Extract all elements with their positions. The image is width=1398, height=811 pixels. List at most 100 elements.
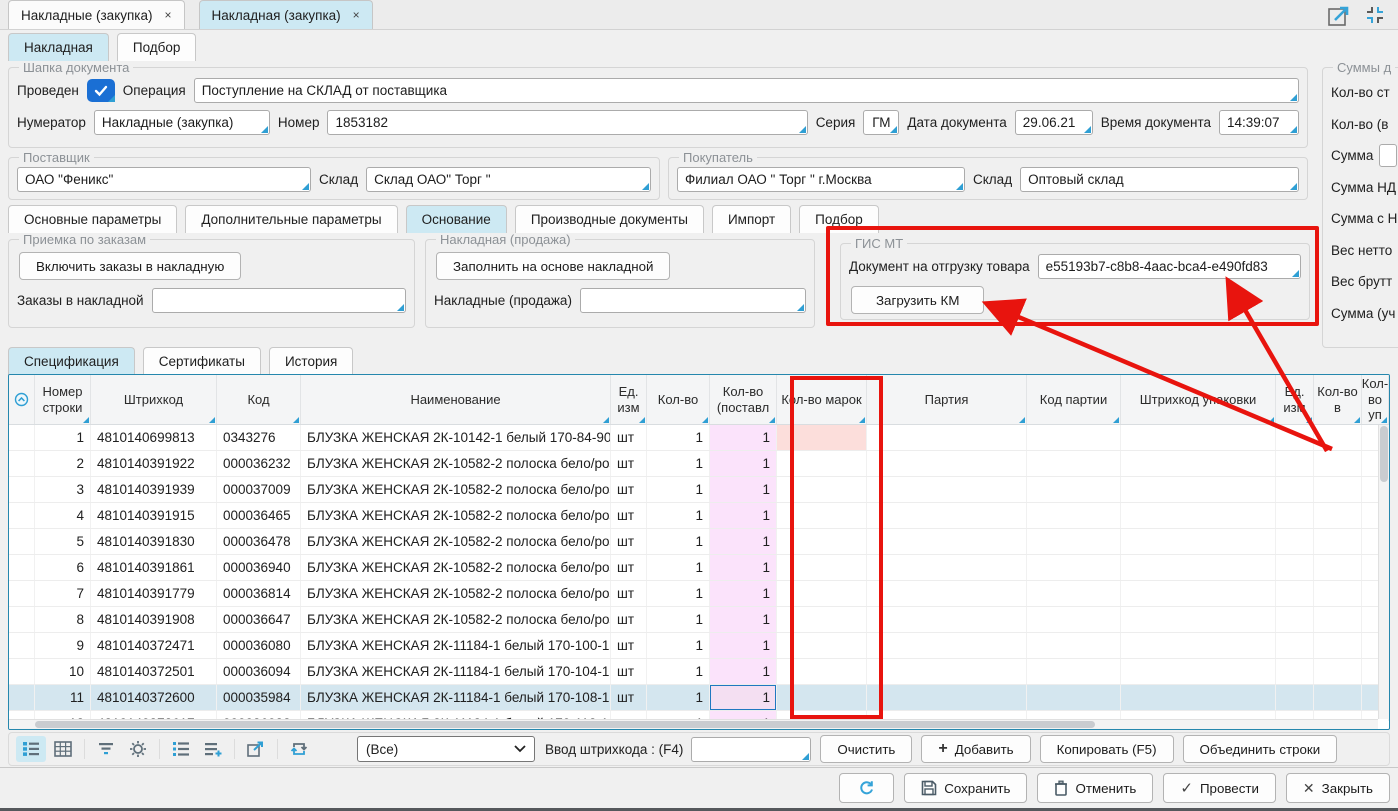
cell-qty[interactable]: 1: [647, 503, 710, 528]
load-km-button[interactable]: Загрузить КМ: [851, 286, 984, 314]
gis-doc-input[interactable]: e55193b7-c8b8-4aac-bca4-e490fd83: [1038, 254, 1301, 279]
cell-delivered[interactable]: 1: [710, 607, 777, 632]
cell-n[interactable]: 9: [35, 633, 91, 658]
filter-icon[interactable]: [91, 736, 121, 762]
cell-unit2[interactable]: [1276, 685, 1314, 710]
close-icon[interactable]: ×: [353, 8, 360, 22]
include-orders-button[interactable]: Включить заказы в накладную: [19, 252, 241, 280]
vertical-scrollbar[interactable]: [1378, 425, 1389, 719]
cell-delivered[interactable]: 1: [710, 477, 777, 502]
tab-main-0[interactable]: Накладная: [8, 33, 109, 61]
scrollbar-thumb[interactable]: [35, 721, 1095, 728]
window-tab-invoice[interactable]: Накладная (закупка) ×: [199, 0, 373, 29]
toolbar-button-0[interactable]: Очистить: [820, 735, 912, 763]
cell-batch_code[interactable]: [1027, 477, 1121, 502]
column-header-batch_code[interactable]: Код партии: [1027, 375, 1121, 424]
tab-spec-1[interactable]: Сертификаты: [143, 347, 261, 375]
cell-marks[interactable]: [777, 685, 867, 710]
cell-name[interactable]: БЛУЗКА ЖЕНСКАЯ 2К-10582-2 полоска бело/р…: [301, 555, 611, 580]
cell-unit2[interactable]: [1276, 529, 1314, 554]
cell-n[interactable]: 4: [35, 503, 91, 528]
cell-gutter[interactable]: [9, 425, 35, 450]
cell-barcode[interactable]: 4810140391922: [91, 451, 217, 476]
cell-marks[interactable]: [777, 425, 867, 450]
cell-batch[interactable]: [867, 659, 1027, 684]
table-row[interactable]: 64810140391861000036940БЛУЗКА ЖЕНСКАЯ 2К…: [9, 555, 1389, 581]
cell-code[interactable]: 000035984: [217, 685, 301, 710]
cell-code[interactable]: 000036465: [217, 503, 301, 528]
cell-gutter[interactable]: [9, 451, 35, 476]
cell-batch[interactable]: [867, 607, 1027, 632]
cell-qty_in[interactable]: [1314, 555, 1362, 580]
cell-name[interactable]: БЛУЗКА ЖЕНСКАЯ 2К-11184-1 белый 170-108-…: [301, 685, 611, 710]
toolbar-button-2[interactable]: Копировать (F5): [1040, 735, 1174, 763]
supplier-input[interactable]: ОАО "Феникс": [17, 167, 311, 192]
cell-barcode[interactable]: 4810140372471: [91, 633, 217, 658]
cell-gutter[interactable]: [9, 659, 35, 684]
table-row[interactable]: 84810140391908000036647БЛУЗКА ЖЕНСКАЯ 2К…: [9, 607, 1389, 633]
cell-batch_code[interactable]: [1027, 529, 1121, 554]
cell-delivered[interactable]: 1: [710, 451, 777, 476]
settings-icon[interactable]: [123, 736, 153, 762]
cell-n[interactable]: 1: [35, 425, 91, 450]
cell-batch[interactable]: [867, 529, 1027, 554]
cell-barcode[interactable]: 4810140699813: [91, 425, 217, 450]
action-button-Закрыть[interactable]: ✕Закрыть: [1286, 773, 1390, 803]
cell-batch_code[interactable]: [1027, 503, 1121, 528]
column-header-unit[interactable]: Ед. изм: [611, 375, 647, 424]
cell-qty_in[interactable]: [1314, 529, 1362, 554]
operation-input[interactable]: Поступление на СКЛАД от поставщика: [194, 78, 1299, 103]
sums-value-input[interactable]: [1379, 144, 1397, 167]
cell-batch_code[interactable]: [1027, 659, 1121, 684]
tab-param-1[interactable]: Дополнительные параметры: [185, 205, 397, 233]
cell-qty_in[interactable]: [1314, 425, 1362, 450]
cell-marks[interactable]: [777, 581, 867, 606]
cell-unit2[interactable]: [1276, 451, 1314, 476]
cell-barcode[interactable]: 4810140391830: [91, 529, 217, 554]
cell-unit2[interactable]: [1276, 477, 1314, 502]
cell-unit[interactable]: шт: [611, 607, 647, 632]
cell-pack_barcode[interactable]: [1121, 451, 1276, 476]
horizontal-scrollbar[interactable]: [9, 719, 1378, 729]
cell-pack_barcode[interactable]: [1121, 607, 1276, 632]
cell-unit[interactable]: шт: [611, 659, 647, 684]
cell-delivered[interactable]: 1: [710, 555, 777, 580]
cell-n[interactable]: 2: [35, 451, 91, 476]
cell-unit[interactable]: шт: [611, 477, 647, 502]
expand-icon[interactable]: [1326, 3, 1352, 29]
cell-unit[interactable]: шт: [611, 685, 647, 710]
cell-batch[interactable]: [867, 451, 1027, 476]
reload-icon[interactable]: [284, 736, 314, 762]
cell-batch_code[interactable]: [1027, 555, 1121, 580]
cell-delivered[interactable]: 1: [710, 633, 777, 658]
column-header-delivered[interactable]: Кол-во (поставл: [710, 375, 777, 424]
cell-gutter[interactable]: [9, 555, 35, 580]
cell-barcode[interactable]: 4810140391861: [91, 555, 217, 580]
cell-pack_barcode[interactable]: [1121, 555, 1276, 580]
cell-n[interactable]: 8: [35, 607, 91, 632]
cell-unit2[interactable]: [1276, 581, 1314, 606]
cell-name[interactable]: БЛУЗКА ЖЕНСКАЯ 2К-10582-2 полоска бело/р…: [301, 581, 611, 606]
cell-batch_code[interactable]: [1027, 581, 1121, 606]
table-row[interactable]: 74810140391779000036814БЛУЗКА ЖЕНСКАЯ 2К…: [9, 581, 1389, 607]
cell-barcode[interactable]: 4810140391915: [91, 503, 217, 528]
cell-qty_in[interactable]: [1314, 477, 1362, 502]
tab-param-2[interactable]: Основание: [406, 205, 507, 233]
cell-unit2[interactable]: [1276, 633, 1314, 658]
action-button-Отменить[interactable]: Отменить: [1037, 773, 1153, 803]
action-button-refresh-icon[interactable]: [839, 773, 894, 803]
cell-barcode[interactable]: 4810140372600: [91, 685, 217, 710]
table-row[interactable]: 44810140391915000036465БЛУЗКА ЖЕНСКАЯ 2К…: [9, 503, 1389, 529]
close-icon[interactable]: ×: [165, 8, 172, 22]
cell-gutter[interactable]: [9, 633, 35, 658]
cell-batch_code[interactable]: [1027, 607, 1121, 632]
cell-pack_barcode[interactable]: [1121, 425, 1276, 450]
cell-code[interactable]: 000036478: [217, 529, 301, 554]
cell-qty[interactable]: 1: [647, 451, 710, 476]
cell-qty_in[interactable]: [1314, 503, 1362, 528]
cell-code[interactable]: 000037009: [217, 477, 301, 502]
cell-batch_code[interactable]: [1027, 425, 1121, 450]
cell-pack_barcode[interactable]: [1121, 503, 1276, 528]
column-header-barcode[interactable]: Штрихкод: [91, 375, 217, 424]
cell-n[interactable]: 7: [35, 581, 91, 606]
